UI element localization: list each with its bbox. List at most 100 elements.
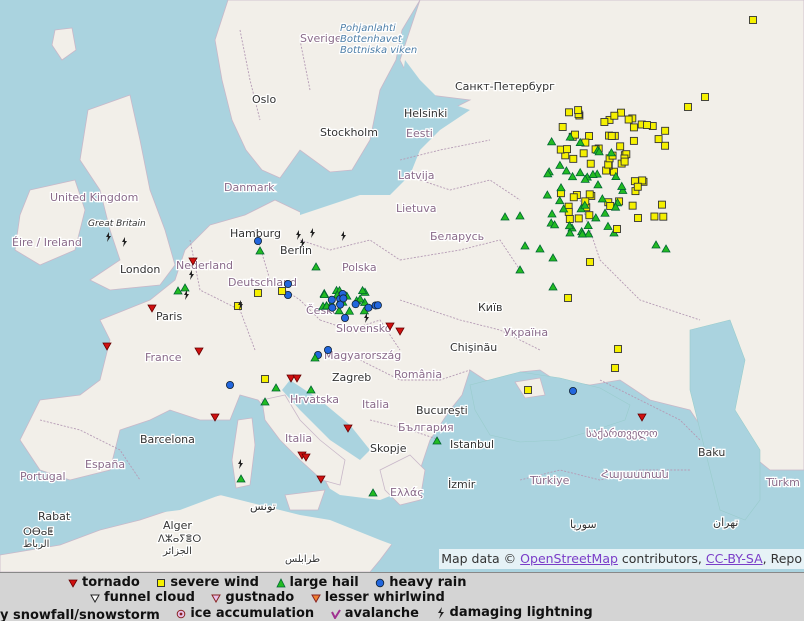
severe-wind-marker[interactable] bbox=[569, 154, 578, 163]
label-syria: سوريا bbox=[570, 518, 597, 531]
legend-label-ice-accumulation: ice accumulation bbox=[190, 606, 315, 621]
heavy-rain-marker[interactable] bbox=[339, 294, 348, 303]
label-magyarorszag: Magyarország bbox=[324, 349, 401, 362]
label-italia: Italia bbox=[285, 432, 312, 445]
severe-wind-marker[interactable] bbox=[624, 115, 633, 124]
severe-wind-marker[interactable] bbox=[610, 111, 619, 120]
label-bulgaria: България bbox=[398, 421, 454, 434]
severe-wind-marker[interactable] bbox=[524, 386, 532, 394]
severe-wind-marker[interactable] bbox=[661, 141, 670, 150]
label-zagreb: Zagreb bbox=[332, 371, 371, 384]
severe-wind-marker[interactable] bbox=[701, 93, 709, 101]
severe-wind-marker[interactable] bbox=[659, 212, 668, 221]
label-bucuresti: Bucureşti bbox=[416, 404, 468, 417]
label-turkiye: Türkiye bbox=[529, 474, 570, 487]
severe-wind-marker[interactable] bbox=[600, 118, 609, 126]
heavy-rain-marker[interactable] bbox=[225, 380, 234, 389]
severe-wind-marker[interactable] bbox=[565, 108, 573, 117]
severe-wind-marker[interactable] bbox=[617, 108, 625, 117]
severe-wind-marker[interactable] bbox=[614, 345, 622, 353]
severe-wind-marker[interactable] bbox=[607, 132, 616, 140]
severe-wind-marker[interactable] bbox=[684, 103, 692, 111]
label-belarus: Беларусь bbox=[430, 230, 484, 243]
severe-wind-marker[interactable] bbox=[650, 212, 659, 221]
map-view[interactable]: Sverige Pohjanlahti Bottenhavet Bottnisk… bbox=[0, 0, 804, 572]
severe-wind-marker[interactable] bbox=[558, 123, 567, 131]
label-ireland: Éire / Ireland bbox=[12, 236, 82, 249]
heavy-rain-marker[interactable] bbox=[323, 345, 332, 354]
severe-wind-marker[interactable] bbox=[629, 123, 638, 132]
label-latvija: Latvija bbox=[398, 169, 435, 182]
heavy-rain-marker[interactable] bbox=[283, 279, 292, 288]
severe-wind-marker[interactable] bbox=[658, 200, 666, 209]
severe-wind-icon bbox=[157, 579, 166, 587]
severe-wind-marker[interactable] bbox=[574, 214, 583, 223]
label-uk: United Kingdom bbox=[50, 191, 138, 204]
legend-item-avalanche: avalanche bbox=[330, 606, 419, 621]
label-nederland: Nederland bbox=[176, 259, 233, 272]
severe-wind-marker[interactable] bbox=[565, 215, 574, 223]
severe-wind-marker[interactable] bbox=[579, 149, 588, 158]
label-bottenhavet: Bottenhavet bbox=[340, 34, 403, 45]
heavy-rain-marker[interactable] bbox=[351, 300, 360, 309]
severe-wind-marker[interactable] bbox=[629, 136, 638, 145]
severe-wind-marker[interactable] bbox=[278, 287, 286, 295]
avalanche-icon bbox=[330, 609, 341, 619]
severe-wind-marker[interactable] bbox=[586, 258, 594, 266]
heavy-rain-marker[interactable] bbox=[373, 301, 382, 310]
severe-wind-marker[interactable] bbox=[574, 106, 583, 115]
heavy-rain-marker[interactable] bbox=[253, 236, 262, 245]
label-paris: Paris bbox=[156, 310, 182, 323]
severe-wind-marker[interactable] bbox=[643, 121, 651, 129]
severe-wind-marker[interactable] bbox=[585, 190, 594, 199]
map-legend: tornado severe wind large hail heavy rai… bbox=[0, 572, 804, 621]
severe-wind-marker[interactable] bbox=[569, 193, 578, 202]
severe-wind-marker[interactable] bbox=[749, 16, 757, 24]
osm-link[interactable]: OpenStreetMap bbox=[520, 551, 618, 566]
heavy-rain-marker[interactable] bbox=[569, 386, 578, 395]
legend-label-severe-wind: severe wind bbox=[170, 575, 259, 590]
severe-wind-marker[interactable] bbox=[654, 135, 663, 144]
attribution-middle: contributors, bbox=[617, 551, 706, 566]
severe-wind-marker[interactable] bbox=[254, 289, 262, 297]
severe-wind-marker[interactable] bbox=[628, 201, 637, 210]
label-bottniska: Bottniska viken bbox=[340, 45, 417, 56]
label-great-britain: Great Britain bbox=[88, 219, 146, 229]
severe-wind-marker[interactable] bbox=[586, 159, 595, 168]
legend-label-damaging-lightning: damaging lightning bbox=[449, 605, 593, 620]
severe-wind-marker[interactable] bbox=[661, 126, 670, 135]
legend-item-funnel-cloud: funnel cloud bbox=[90, 590, 195, 606]
label-tunis-ar: تونس bbox=[250, 500, 276, 513]
severe-wind-marker[interactable] bbox=[564, 294, 572, 302]
severe-wind-marker[interactable] bbox=[585, 132, 593, 140]
label-danmark: Danmark bbox=[224, 181, 275, 194]
license-link[interactable]: CC-BY-SA bbox=[706, 551, 763, 566]
severe-wind-marker[interactable] bbox=[620, 157, 629, 166]
legend-item-ice-accumulation: ice accumulation bbox=[176, 606, 314, 621]
label-georgia: საქართველო bbox=[586, 427, 658, 440]
heavy-rain-marker[interactable] bbox=[364, 303, 373, 312]
severe-wind-marker[interactable] bbox=[611, 364, 619, 372]
map-canvas[interactable]: Sverige Pohjanlahti Bottenhavet Bottnisk… bbox=[0, 0, 804, 572]
severe-wind-marker[interactable] bbox=[613, 225, 621, 233]
heavy-rain-marker[interactable] bbox=[340, 313, 349, 322]
legend-item-tornado: tornado bbox=[68, 575, 140, 591]
severe-wind-marker[interactable] bbox=[585, 211, 594, 220]
severe-wind-marker[interactable] bbox=[261, 375, 269, 383]
legend-item-snowfall: y snowfall/snowstorm bbox=[0, 608, 160, 621]
legend-item-heavy-rain: heavy rain bbox=[375, 575, 467, 591]
label-kyiv: Київ bbox=[478, 301, 503, 314]
ice-accumulation-icon bbox=[177, 609, 186, 619]
label-slovensko: Slovensko bbox=[336, 322, 392, 335]
severe-wind-marker[interactable] bbox=[563, 145, 572, 154]
severe-wind-marker[interactable] bbox=[616, 142, 625, 151]
severe-wind-marker[interactable] bbox=[633, 182, 642, 191]
heavy-rain-marker[interactable] bbox=[328, 303, 337, 312]
severe-wind-marker[interactable] bbox=[634, 214, 642, 222]
heavy-rain-marker[interactable] bbox=[327, 295, 336, 304]
gustnado-icon bbox=[211, 594, 222, 603]
label-berlin: Berlin bbox=[280, 244, 312, 257]
legend-label-gustnado: gustnado bbox=[225, 590, 295, 605]
label-izmir: İzmir bbox=[448, 478, 476, 491]
label-skopje: Skopje bbox=[370, 442, 407, 455]
